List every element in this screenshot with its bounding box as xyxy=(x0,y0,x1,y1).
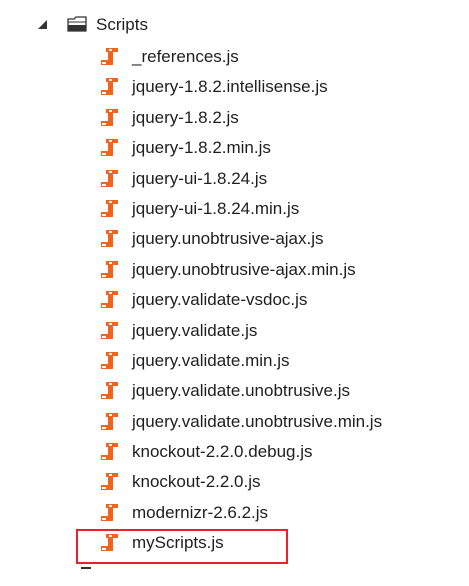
script-file-icon xyxy=(100,138,120,158)
file-label: jquery-1.8.2.min.js xyxy=(132,138,271,158)
script-file-icon xyxy=(100,351,120,371)
file-label: knockout-2.2.0.js xyxy=(132,472,261,492)
file-label: jquery-1.8.2.intellisense.js xyxy=(132,77,328,97)
tree-node-file[interactable]: jquery.unobtrusive-ajax.js xyxy=(0,225,469,255)
file-label: jquery.unobtrusive-ajax.js xyxy=(132,229,324,249)
tree-node-file[interactable]: knockout-2.2.0.js xyxy=(0,468,469,498)
highlight-box xyxy=(76,529,288,564)
tree-node-file[interactable]: jquery-ui-1.8.24.min.js xyxy=(0,195,469,225)
tree-node-file[interactable]: knockout-2.2.0.debug.js xyxy=(0,438,469,468)
tree-node-file[interactable]: jquery.unobtrusive-ajax.min.js xyxy=(0,256,469,286)
script-file-icon xyxy=(100,47,120,67)
tree-node-file[interactable]: jquery.validate-vsdoc.js xyxy=(0,286,469,316)
tree-node-scripts-folder[interactable]: Scripts xyxy=(0,10,469,40)
tree-node-file[interactable]: jquery-1.8.2.intellisense.js xyxy=(0,73,469,103)
tree-node-file[interactable]: jquery.validate.min.js xyxy=(0,347,469,377)
script-file-icon xyxy=(100,260,120,280)
file-label: _references.js xyxy=(132,47,239,66)
file-label: jquery.validate.unobtrusive.js xyxy=(132,381,350,401)
script-file-icon xyxy=(100,442,120,462)
script-file-icon xyxy=(100,321,120,341)
tree-node-file[interactable]: jquery.validate.unobtrusive.js xyxy=(0,377,469,407)
script-file-icon xyxy=(100,199,120,219)
file-label: jquery-1.8.2.js xyxy=(132,107,239,127)
script-file-icon xyxy=(100,412,120,432)
tree-node-file[interactable]: jquery-ui-1.8.24.js xyxy=(0,165,469,195)
file-label: knockout-2.2.0.debug.js xyxy=(132,442,313,462)
tree-node-file[interactable]: _references.js xyxy=(0,43,469,73)
file-label: jquery.unobtrusive-ajax.min.js xyxy=(132,259,356,279)
script-file-icon xyxy=(100,77,120,97)
script-file-icon xyxy=(100,381,120,401)
solution-explorer-tree: Scripts _references.js jquery-1.8.2.intel… xyxy=(0,0,469,586)
file-label: jquery.validate.unobtrusive.min.js xyxy=(132,411,383,431)
file-label: modernizr-2.6.2.js xyxy=(132,502,269,522)
file-label: jquery.validate-vsdoc.js xyxy=(132,290,308,310)
tree-node-file[interactable]: jquery-1.8.2.js xyxy=(0,104,469,134)
script-file-icon xyxy=(100,472,120,492)
script-file-icon xyxy=(100,290,120,310)
tree-node-file[interactable]: jquery.validate.unobtrusive.min.js xyxy=(0,408,469,438)
tree-node-file[interactable]: jquery.validate.js xyxy=(0,317,469,347)
file-list: _references.js jquery-1.8.2.intellisense.… xyxy=(0,43,469,560)
file-label: jquery.validate.js xyxy=(132,320,258,340)
file-label: jquery-ui-1.8.24.min.js xyxy=(132,198,300,218)
script-file-icon xyxy=(100,503,120,523)
script-file-icon xyxy=(100,108,120,128)
script-file-icon xyxy=(100,169,120,189)
script-file-icon xyxy=(100,229,120,249)
file-label: jquery.validate.min.js xyxy=(132,350,290,370)
expand-collapse-arrow-icon[interactable] xyxy=(38,20,47,29)
tree-node-file[interactable]: modernizr-2.6.2.js xyxy=(0,499,469,529)
insertion-marker xyxy=(81,567,91,569)
folder-label: Scripts xyxy=(96,15,148,34)
file-label: jquery-ui-1.8.24.js xyxy=(132,168,268,188)
folder-icon xyxy=(67,16,87,32)
tree-node-file[interactable]: jquery-1.8.2.min.js xyxy=(0,134,469,164)
